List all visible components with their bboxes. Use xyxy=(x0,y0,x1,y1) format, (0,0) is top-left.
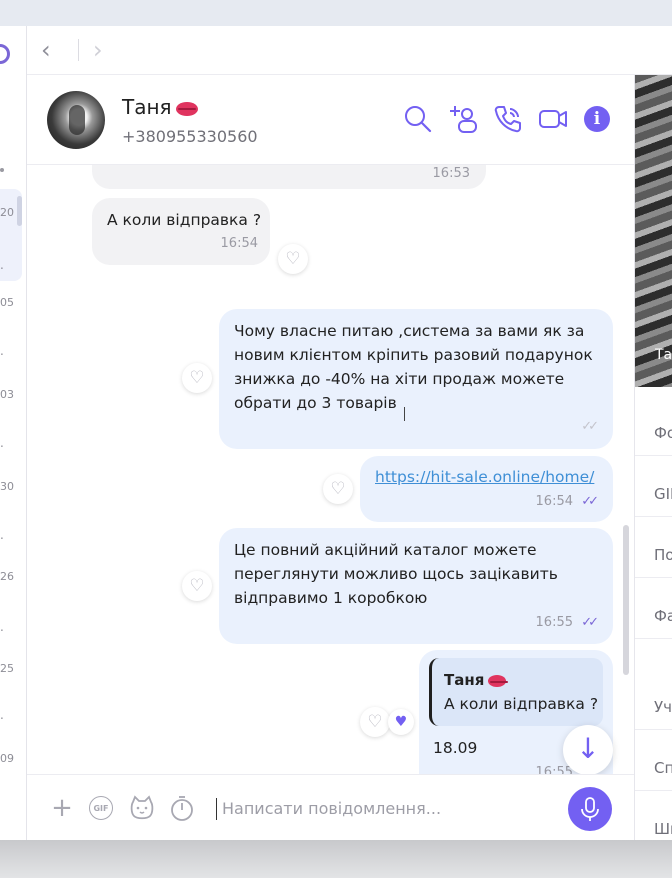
read-status-icon: ✓✓ xyxy=(581,494,599,509)
contact-name-text: Таня xyxy=(122,95,172,119)
sending-status-icon: ✓✓ xyxy=(581,419,599,434)
microphone-icon xyxy=(581,797,599,821)
message-bubble-outgoing[interactable]: https://hit-sale.online/home/ 16:54 ✓✓ xyxy=(360,456,613,522)
info-icon[interactable]: i xyxy=(584,106,610,132)
contact-photo-label: Таня xyxy=(655,347,672,363)
message-time: 16:54 xyxy=(220,236,258,251)
list-dot xyxy=(0,168,4,172)
read-status-icon: ✓✓ xyxy=(581,615,599,630)
contact-name[interactable]: Таня xyxy=(122,95,198,119)
chat-list-time: 09 xyxy=(0,752,14,765)
chat-list-time: 05 xyxy=(0,296,14,309)
chat-list-ellipsis: . xyxy=(0,708,4,722)
panel-item-gif[interactable]: GIF xyxy=(635,472,672,517)
message-line: обрати до 3 товарів xyxy=(234,394,397,412)
search-icon[interactable] xyxy=(402,103,434,135)
message-time: 16:53 xyxy=(432,166,470,181)
like-heart-icon[interactable]: ♡ xyxy=(323,474,353,504)
message-time: 16:55 xyxy=(535,615,573,630)
nav-divider xyxy=(78,39,79,61)
message-line: Це повний акційний каталог можете xyxy=(234,541,537,559)
message-line: знижка до -40% на хіти продаж можете xyxy=(234,370,565,388)
like-heart-icon[interactable]: ♡ xyxy=(182,571,212,601)
chat-list-ellipsis: . xyxy=(0,528,4,542)
phone-call-icon[interactable] xyxy=(492,103,524,135)
kiss-mark-icon xyxy=(175,101,198,116)
chat-list-scrollbar[interactable] xyxy=(17,196,22,226)
panel-item-participants[interactable]: Учасники xyxy=(635,685,672,730)
plus-icon[interactable]: + xyxy=(47,793,77,823)
gif-icon[interactable]: GIF xyxy=(89,796,113,820)
kiss-mark-icon xyxy=(488,674,509,687)
chat-list-ellipsis: . xyxy=(0,258,4,272)
contact-photo[interactable] xyxy=(635,75,672,387)
message-time: 16:54 xyxy=(535,494,573,509)
message-bubble-incoming[interactable]: 16:53 xyxy=(92,165,486,189)
panel-item-files[interactable]: Файли xyxy=(635,594,672,639)
chat-info-panel: Таня Фото GIF Посилання Файли Учасники С… xyxy=(634,75,672,840)
message-line: Чому власне питаю ,система за вами як за xyxy=(234,322,585,340)
app-window: 20 . 05 . 03 . 30 . 26 . 25 . 09 ‹ › Тан… xyxy=(0,26,672,841)
message-composer: + GIF xyxy=(27,774,634,841)
message-list-scrollbar[interactable] xyxy=(623,525,629,675)
message-bubble-outgoing[interactable]: Чому власне питаю ,система за вами як за… xyxy=(219,309,613,449)
back-arrow-icon[interactable]: ‹ xyxy=(41,36,65,64)
add-participant-icon[interactable] xyxy=(447,103,479,135)
message-bubble-incoming[interactable]: А коли відправка ? 16:54 xyxy=(92,198,270,265)
message-input[interactable] xyxy=(222,793,552,823)
chat-list-time: 30 xyxy=(0,480,14,493)
forward-arrow-icon[interactable]: › xyxy=(93,36,117,64)
message-list: 16:53 А коли відправка ? 16:54 ♡ ♡ Чому … xyxy=(27,165,634,774)
text-caret xyxy=(216,798,217,820)
message-link[interactable]: https://hit-sale.online/home/ xyxy=(375,465,594,489)
chat-list-sidebar: 20 . 05 . 03 . 30 . 26 . 25 . 09 xyxy=(0,26,27,840)
chat-list-time: 03 xyxy=(0,388,14,401)
message-text: 18.09 xyxy=(433,739,478,757)
timer-icon[interactable] xyxy=(167,793,197,823)
chat-list-ellipsis: . xyxy=(0,620,4,634)
quote-author: Таня xyxy=(444,668,509,692)
quoted-message[interactable]: Таня А коли відправка ? xyxy=(429,658,603,726)
chat-list-time: 20 xyxy=(0,206,14,219)
like-heart-icon[interactable]: ♡ xyxy=(278,244,308,274)
chat-list-ellipsis: . xyxy=(0,436,4,450)
text-cursor-icon xyxy=(404,407,407,421)
app-logo-icon[interactable] xyxy=(0,44,10,64)
avatar[interactable] xyxy=(47,91,105,149)
chat-list-time: 25 xyxy=(0,662,14,675)
quote-text: А коли відправка ? xyxy=(444,695,599,713)
scroll-down-arrow-icon[interactable]: ↓ xyxy=(563,725,613,774)
liked-heart-icon[interactable]: ♥ xyxy=(388,709,414,735)
message-bubble-outgoing[interactable]: Це повний акційний каталог можете перегл… xyxy=(219,528,613,644)
panel-item-links[interactable]: Посилання xyxy=(635,533,672,578)
sticker-icon[interactable] xyxy=(127,793,157,823)
chat-header: Таня +380955330560 i xyxy=(27,75,634,165)
chat-list-time: 26 xyxy=(0,570,14,583)
panel-item-shared[interactable]: Спільні xyxy=(635,746,672,791)
chat-list-ellipsis: . xyxy=(0,344,4,358)
like-heart-icon[interactable]: ♡ xyxy=(360,707,390,737)
message-line: відправимо 1 коробкою xyxy=(234,589,428,607)
message-line: переглянути можливо щось зацікавить xyxy=(234,565,558,583)
contact-phone: +380955330560 xyxy=(122,127,258,146)
navigation-bar: ‹ › xyxy=(27,26,672,75)
window-top-strip xyxy=(0,0,672,27)
message-text: А коли відправка ? xyxy=(107,211,262,229)
like-heart-icon[interactable]: ♡ xyxy=(182,363,212,393)
panel-item-wallpaper[interactable]: Шпалери xyxy=(635,807,672,840)
microphone-button[interactable] xyxy=(568,787,612,831)
message-line: новим клієнтом кріпить разовий подарунок xyxy=(234,346,593,364)
desktop-background xyxy=(0,840,672,878)
panel-item-photos[interactable]: Фото xyxy=(635,411,672,456)
video-call-icon[interactable] xyxy=(537,103,569,135)
